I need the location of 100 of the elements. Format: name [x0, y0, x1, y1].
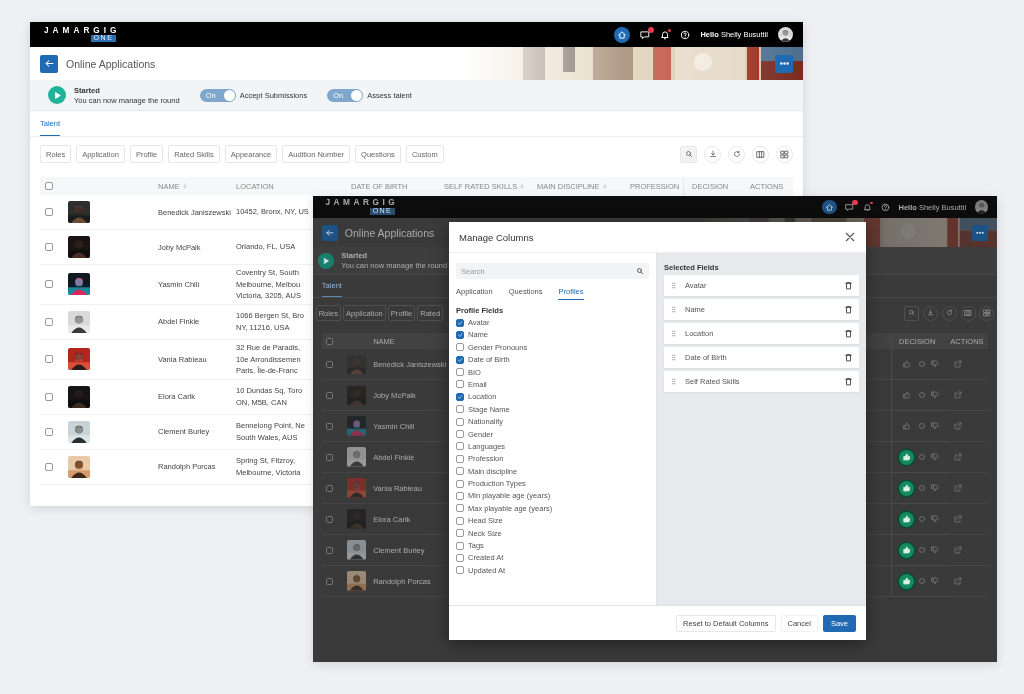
- approve-button[interactable]: [899, 449, 915, 465]
- search-icon: [684, 150, 693, 158]
- home-button[interactable]: [822, 200, 837, 215]
- maybe-icon: [918, 577, 927, 586]
- arrow-left-icon: [43, 58, 55, 69]
- checkbox[interactable]: [456, 318, 464, 327]
- thumbs-down-icon: [930, 360, 939, 369]
- thumbs-down-icon: [930, 453, 939, 462]
- trash-icon: [844, 281, 853, 290]
- checkbox[interactable]: [45, 317, 53, 326]
- checkbox[interactable]: [45, 243, 53, 251]
- thumbs-down-icon: [930, 515, 939, 524]
- sort-arrow-icon: [181, 183, 188, 189]
- chat-icon: [640, 29, 651, 40]
- checkbox[interactable]: [456, 417, 464, 426]
- checkbox[interactable]: [456, 392, 464, 401]
- checkbox[interactable]: [326, 360, 334, 368]
- checkbox[interactable]: [456, 442, 464, 451]
- thumbs-down-icon: [930, 391, 939, 400]
- checkbox[interactable]: [456, 541, 464, 550]
- download-button[interactable]: [922, 305, 938, 321]
- checkbox[interactable]: [456, 529, 464, 538]
- checkbox[interactable]: [456, 405, 464, 414]
- approve-button[interactable]: [899, 480, 915, 496]
- drag-handle-icon: [670, 282, 677, 289]
- maybe-icon: [918, 484, 927, 493]
- back-button[interactable]: [321, 224, 338, 241]
- notification-badge: [648, 26, 655, 33]
- approve-button[interactable]: [899, 542, 915, 558]
- checkbox[interactable]: [456, 491, 464, 500]
- checkbox[interactable]: [326, 484, 334, 492]
- play-button[interactable]: [318, 252, 335, 269]
- checkbox[interactable]: [456, 553, 464, 562]
- external-link-icon: [953, 546, 962, 555]
- checkbox[interactable]: [326, 337, 334, 345]
- checkbox[interactable]: [45, 280, 53, 289]
- external-link-icon: [953, 515, 962, 524]
- external-link-icon: [953, 577, 962, 586]
- checkbox[interactable]: [456, 566, 464, 575]
- checkbox[interactable]: [326, 515, 334, 523]
- trash-icon: [844, 353, 853, 362]
- checkbox[interactable]: [456, 467, 464, 476]
- columns-icon: [756, 149, 765, 159]
- thumbs-up-icon: [902, 546, 911, 555]
- checkbox[interactable]: [456, 516, 464, 525]
- checkbox[interactable]: [45, 355, 53, 364]
- checkbox[interactable]: [456, 330, 464, 339]
- close-icon: [844, 231, 856, 243]
- refresh-button[interactable]: [941, 305, 957, 321]
- close-button[interactable]: [844, 231, 856, 243]
- checkbox[interactable]: [326, 453, 334, 461]
- checkbox[interactable]: [45, 182, 53, 190]
- trash-icon: [844, 329, 853, 338]
- search-icon: [908, 309, 916, 317]
- dialog-title: Manage Columns: [459, 231, 534, 243]
- thumbs-down-icon: [930, 577, 939, 586]
- checkbox[interactable]: [45, 427, 53, 436]
- trash-icon: [844, 305, 853, 314]
- checkbox[interactable]: [45, 392, 53, 401]
- grid-view-button[interactable]: [979, 305, 995, 321]
- home-button[interactable]: [614, 26, 631, 43]
- thumbs-down-icon: [930, 422, 939, 431]
- maybe-icon: [918, 391, 927, 400]
- thumbs-up-icon: [902, 391, 911, 400]
- approve-button[interactable]: [899, 573, 915, 589]
- play-icon: [52, 90, 62, 100]
- more-button[interactable]: [972, 224, 989, 241]
- thumbs-up-icon: [902, 577, 911, 586]
- bell-icon: [660, 29, 671, 40]
- checkbox[interactable]: [456, 454, 464, 463]
- maybe-icon: [918, 453, 927, 462]
- checkbox[interactable]: [456, 355, 464, 364]
- checkbox[interactable]: [456, 368, 464, 377]
- trash-icon: [844, 377, 853, 386]
- checkbox[interactable]: [45, 462, 53, 471]
- checkbox[interactable]: [456, 380, 464, 389]
- checkbox[interactable]: [456, 479, 464, 488]
- checkbox[interactable]: [456, 504, 464, 513]
- approve-button[interactable]: [899, 511, 915, 527]
- refresh-icon: [945, 309, 953, 317]
- columns-button[interactable]: [960, 305, 976, 321]
- search-button[interactable]: [904, 305, 920, 321]
- external-link-icon: [953, 422, 962, 431]
- check-icon: [457, 356, 463, 363]
- checkbox[interactable]: [326, 422, 334, 430]
- maybe-icon: [918, 422, 927, 431]
- thumbs-down-icon: [930, 484, 939, 493]
- grid-icon: [982, 309, 991, 317]
- checkbox[interactable]: [326, 577, 334, 585]
- drag-handle-icon: [670, 378, 677, 385]
- checkbox[interactable]: [326, 546, 334, 554]
- external-link-icon: [953, 391, 962, 400]
- checkbox[interactable]: [456, 343, 464, 352]
- checkbox[interactable]: [45, 208, 53, 216]
- refresh-icon: [732, 150, 741, 158]
- thumbs-up-icon: [902, 422, 911, 431]
- back-button[interactable]: [40, 54, 58, 73]
- drag-handle-icon: [670, 354, 677, 361]
- checkbox[interactable]: [326, 391, 334, 399]
- checkbox[interactable]: [456, 430, 464, 438]
